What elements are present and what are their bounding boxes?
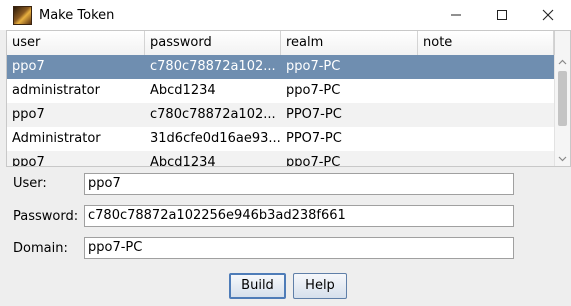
- table-row[interactable]: ppo7 Abcd1234 ppo7-PC: [7, 151, 554, 167]
- column-header-user[interactable]: user: [7, 31, 145, 55]
- close-icon: [542, 9, 554, 21]
- build-button[interactable]: Build: [229, 273, 286, 299]
- table-header-corner: [554, 31, 570, 55]
- table-row[interactable]: administrator Abcd1234 ppo7-PC: [7, 79, 554, 103]
- table-body: ppo7 c780c78872a102... ppo7-PC administr…: [7, 55, 554, 167]
- cell-realm: ppo7-PC: [286, 155, 341, 167]
- cell-user: ppo7: [12, 59, 45, 74]
- user-label: User:: [13, 176, 47, 191]
- maximize-icon: [497, 10, 507, 20]
- cell-note: [418, 55, 554, 79]
- password-label: Password:: [13, 209, 79, 224]
- cell-user: administrator: [12, 83, 100, 98]
- close-button[interactable]: [525, 0, 571, 30]
- chevron-down-icon: [558, 156, 567, 162]
- credentials-table[interactable]: user password realm note ppo7 c780c78872…: [6, 30, 571, 167]
- window-title: Make Token: [39, 7, 115, 23]
- minimize-button[interactable]: [433, 0, 479, 30]
- column-header-password[interactable]: password: [145, 31, 281, 55]
- cell-realm: PPO7-PC: [286, 107, 342, 122]
- table-row[interactable]: Administrator 31d6cfe0d16ae93... PPO7-PC: [7, 127, 554, 151]
- title-bar: Make Token: [0, 0, 571, 30]
- table-header: user password realm note: [7, 31, 554, 56]
- scroll-down-arrow[interactable]: [555, 152, 570, 166]
- table-row[interactable]: ppo7 c780c78872a102... PPO7-PC: [7, 103, 554, 127]
- make-token-dialog: Make Token user password realm note ppo7…: [0, 0, 571, 306]
- domain-label: Domain:: [13, 241, 68, 256]
- cell-note: [418, 103, 554, 127]
- cell-user: Administrator: [12, 131, 101, 146]
- cell-password: Abcd1234: [150, 155, 216, 167]
- cell-user: ppo7: [12, 107, 45, 122]
- cell-realm: ppo7-PC: [286, 83, 341, 98]
- column-header-realm[interactable]: realm: [281, 31, 418, 55]
- cell-realm: ppo7-PC: [286, 59, 341, 74]
- cell-password: 31d6cfe0d16ae93...: [150, 131, 281, 146]
- user-field[interactable]: ppo7: [84, 173, 514, 195]
- cell-realm: PPO7-PC: [286, 131, 342, 146]
- scrollbar-thumb[interactable]: [558, 71, 567, 126]
- password-field[interactable]: c780c78872a102256e946b3ad238f661: [84, 205, 514, 227]
- cell-note: [418, 127, 554, 151]
- cell-password: c780c78872a102...: [150, 107, 276, 122]
- domain-field[interactable]: ppo7-PC: [84, 237, 514, 259]
- cell-note: [418, 151, 554, 166]
- chevron-up-icon: [558, 59, 567, 65]
- cell-password: Abcd1234: [150, 83, 216, 98]
- cell-note: [418, 79, 554, 103]
- vertical-scrollbar[interactable]: [554, 55, 570, 166]
- maximize-button[interactable]: [479, 0, 525, 30]
- app-icon: [13, 5, 32, 25]
- help-button[interactable]: Help: [293, 273, 347, 299]
- cell-user: ppo7: [12, 155, 45, 167]
- cell-password: c780c78872a102...: [150, 59, 276, 74]
- column-header-note[interactable]: note: [418, 31, 554, 55]
- minimize-icon: [451, 14, 461, 16]
- table-row[interactable]: ppo7 c780c78872a102... ppo7-PC: [7, 55, 554, 79]
- scroll-up-arrow[interactable]: [555, 55, 570, 69]
